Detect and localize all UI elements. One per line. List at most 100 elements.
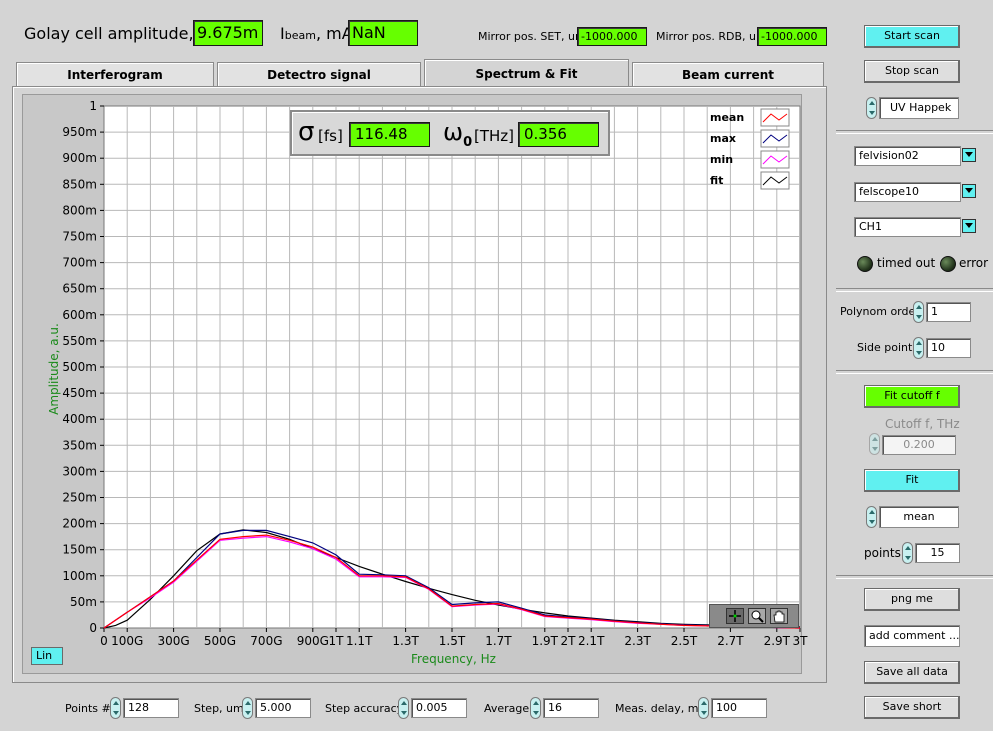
meas-delay-spin[interactable] [698,697,709,719]
x-tick-label: 0 [100,634,108,648]
polynom-order-input[interactable]: 1 [926,302,971,322]
polynom-order-label: Polynom order [840,305,920,318]
channel-dropdown-icon[interactable] [962,219,976,233]
omega-unit: [THz] [474,127,515,145]
device1-select[interactable]: felvision02 [854,146,961,166]
average-input[interactable]: 16 [543,698,599,718]
y-tick-label: 200m [62,517,97,531]
y-tick-label: 50m [70,595,97,609]
x-tick-label: 1T [329,634,345,648]
hand-glyph [773,610,785,623]
legend-label-fit: fit [710,174,724,187]
y-tick-label: 650m [62,282,97,296]
x-tick-label: 1.9T [532,634,559,648]
cutoff-label: Cutoff f, THz [885,417,960,431]
save-all-data-button[interactable]: Save all data [864,661,960,684]
fit-button[interactable]: Fit [864,469,960,492]
channel-select[interactable]: CH1 [854,217,961,237]
stop-scan-button[interactable]: Stop scan [864,60,960,83]
chart-legend: mean max min fit [700,108,796,192]
error-led-icon [940,256,956,272]
sigma-symbol: σ [298,117,315,147]
meas-delay-label: Meas. delay, ms [615,702,705,715]
y-tick-label: 400m [62,412,97,426]
cutoff-input[interactable]: 0.200 [882,435,956,455]
start-scan-button[interactable]: Start scan [864,25,960,48]
crosshair-glyph [729,610,741,622]
tab-interferogram[interactable]: Interferogram [16,62,214,86]
scale-lin-button[interactable]: Lin [31,647,63,665]
sigma-unit: [fs] [318,127,343,145]
polynom-order-spin[interactable] [913,301,924,323]
y-tick-label: 500m [62,360,97,374]
meas-delay-input[interactable]: 100 [711,698,767,718]
points-spin[interactable] [902,542,913,564]
save-short-button[interactable]: Save short [864,696,960,719]
points-count-input[interactable]: 128 [123,698,179,718]
fit-cutoff-button[interactable]: Fit cutoff f [864,385,960,408]
step-accuracy-spin[interactable] [398,697,409,719]
x-tick-label: 300G [157,634,189,648]
x-tick-label: 500G [204,634,236,648]
y-tick-label: 950m [62,125,97,139]
x-tick-label: 2T [561,634,577,648]
device1-dropdown-icon[interactable] [962,148,976,162]
average-label: Average [484,702,530,715]
device2-dropdown-icon[interactable] [962,184,976,198]
golay-label: Golay cell amplitude, V [24,24,210,43]
y-tick-label: 750m [62,230,97,244]
png-me-button[interactable]: png me [864,588,960,611]
step-accuracy-input[interactable]: 0.005 [411,698,467,718]
source-ring-arrows[interactable] [866,97,877,119]
device2-select[interactable]: felscope10 [854,182,961,202]
sigma-value: 116.48 [349,122,430,147]
x-tick-label: 1.7T [485,634,512,648]
x-tick-label: 3T [793,634,809,648]
spectrum-chart: 0 50m 100m 150m 200m 250m 300m 350m 400m 450m 500m… [62,99,809,648]
fit-mode-ring-arrows[interactable] [866,506,877,528]
y-tick-label: 350m [62,438,97,452]
step-input[interactable]: 5.000 [255,698,311,718]
tab-beam-current[interactable]: Beam current [632,62,824,86]
y-axis-label: Amplitude, a.u. [47,323,61,415]
y-tick-label: 100m [62,569,97,583]
y-tick-label: 700m [62,256,97,270]
step-spin[interactable] [242,697,253,719]
mirror-set-label: Mirror pos. SET, um [478,30,586,43]
y-tick-label: 250m [62,491,97,505]
points-count-spin[interactable] [110,697,121,719]
golay-value: 9.675m [193,20,263,46]
y-tick-label: 850m [62,177,97,191]
side-points-spin[interactable] [913,337,924,359]
x-tick-label: 1.3T [392,634,419,648]
right-separator-1 [836,130,993,134]
y-tick-label: 900m [62,151,97,165]
legend-swatches [760,108,790,190]
step-label: Step, um [194,702,244,715]
comment-input[interactable]: add comment ... [864,625,960,647]
graph-palette [709,604,799,628]
fit-mode-select[interactable]: mean [879,506,959,528]
average-spin[interactable] [530,697,541,719]
tab-detectro-signal[interactable]: Detectro signal [217,62,421,86]
crosshair-tool-icon[interactable] [726,608,744,624]
x-tick-label: 700G [250,634,282,648]
right-separator-3 [836,370,993,374]
y-tick-label: 150m [62,543,97,557]
pan-hand-tool-icon[interactable] [770,608,788,624]
zoom-tool-icon[interactable] [748,608,766,624]
error-label: error [959,256,989,270]
x-axis-label: Frequency, Hz [411,652,496,666]
mirror-rdb-value: -1000.000 [757,27,827,46]
side-points-input[interactable]: 10 [926,338,971,358]
mirror-set-value: -1000.000 [577,27,647,46]
ibeam-value: NaN [348,20,418,46]
source-select[interactable]: UV Happek [879,97,959,119]
mirror-rdb-label: Mirror pos. RDB, um [656,30,767,43]
legend-label-mean: mean [710,111,745,124]
points-input[interactable]: 15 [915,543,960,563]
ibeam-label: Ibeam, mA [280,24,353,43]
cutoff-spin[interactable] [869,433,880,455]
y-tick-label: 0 [89,621,97,635]
tab-spectrum-fit[interactable]: Spectrum & Fit [424,59,629,87]
